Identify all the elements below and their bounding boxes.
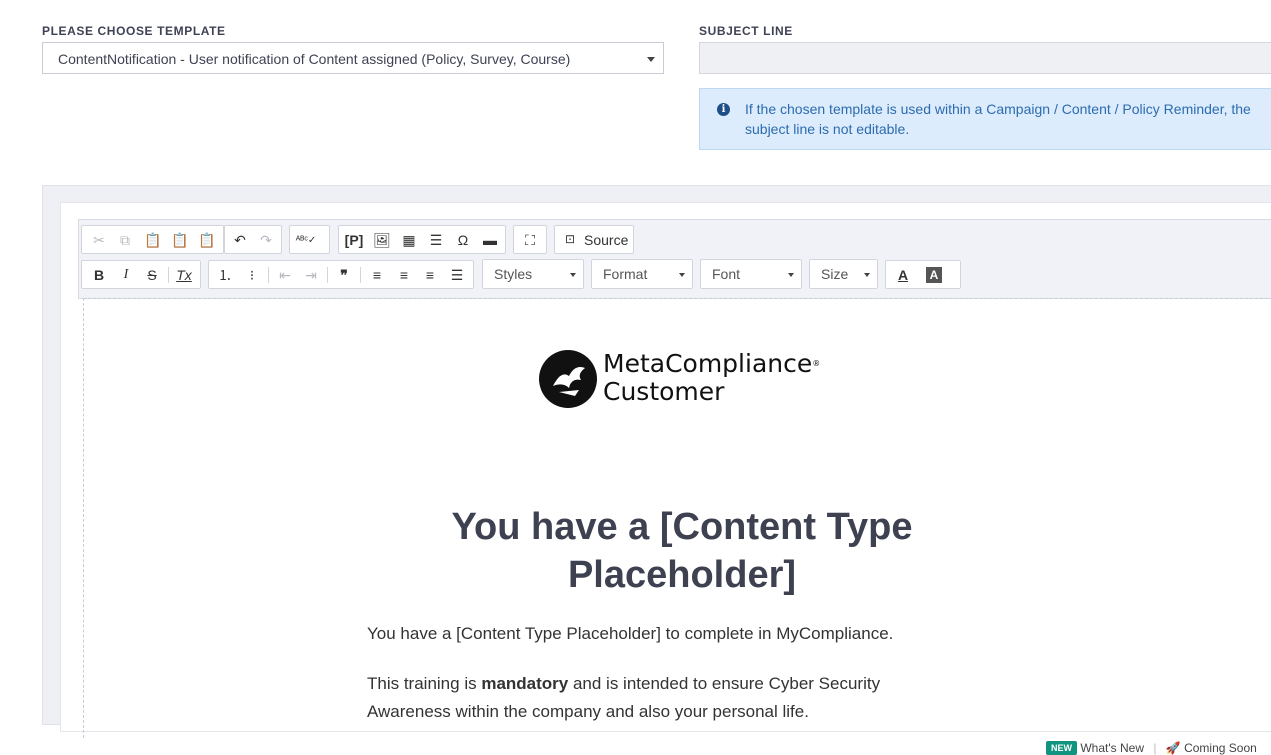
- format-dropdown[interactable]: Format: [591, 259, 693, 289]
- insert-group: [P] 🖼 ▦ ☰ Ω ▬: [338, 225, 506, 254]
- para2-bold: mandatory: [481, 674, 569, 693]
- para2-prefix: This training is: [367, 674, 482, 693]
- align-left-icon[interactable]: ≡: [367, 265, 387, 285]
- table-icon[interactable]: ▦: [399, 230, 419, 250]
- horizontal-line-icon[interactable]: ☰: [426, 230, 446, 250]
- brand-name: MetaCompliance® Customer: [603, 350, 820, 406]
- registered-mark: ®: [812, 359, 821, 368]
- font-dropdown[interactable]: Font: [700, 259, 802, 289]
- chevron-down-icon: [679, 273, 685, 277]
- separator: [327, 267, 328, 283]
- image-icon[interactable]: 🖼: [372, 230, 392, 250]
- footer-bar: NEW What's New | 🚀 Coming Soon: [1046, 741, 1257, 755]
- email-paragraph-2: This training is mandatory and is intend…: [367, 670, 947, 726]
- special-char-icon[interactable]: Ω: [453, 230, 473, 250]
- maximize-icon[interactable]: ⛶: [520, 230, 540, 250]
- chevron-down-icon: [647, 57, 655, 62]
- subject-input[interactable]: [699, 42, 1271, 74]
- format-label: Format: [603, 266, 648, 282]
- rocket-icon: 🚀: [1165, 741, 1181, 755]
- chevron-down-icon: [788, 273, 794, 277]
- brand-line2: Customer: [603, 377, 725, 406]
- cut-icon[interactable]: ✂: [89, 230, 109, 250]
- subject-info-alert: i If the chosen template is used within …: [699, 88, 1271, 150]
- coming-soon-link[interactable]: Coming Soon: [1184, 741, 1257, 755]
- size-dropdown[interactable]: Size: [809, 259, 878, 289]
- redo-icon[interactable]: ↷: [256, 230, 276, 250]
- iframe-icon[interactable]: ▬: [480, 230, 500, 250]
- color-group: A A: [885, 260, 961, 289]
- font-label: Font: [712, 266, 741, 282]
- whats-new-link[interactable]: What's New: [1080, 741, 1144, 755]
- subject-info-text: If the chosen template is used within a …: [745, 101, 1251, 137]
- align-right-icon[interactable]: ≡: [420, 265, 440, 285]
- numbered-list-icon[interactable]: ⒈: [215, 265, 235, 285]
- blockquote-icon[interactable]: ❞: [334, 265, 354, 285]
- separator: [360, 267, 361, 283]
- template-select[interactable]: ContentNotification - User notification …: [42, 42, 664, 74]
- spellcheck-icon[interactable]: ᴬᴮᶜ✓: [296, 230, 317, 250]
- strikethrough-icon[interactable]: S: [142, 265, 162, 285]
- separator: [168, 267, 169, 283]
- remove-format-icon[interactable]: Tx: [174, 265, 194, 285]
- paste-icon[interactable]: 📋: [143, 230, 163, 250]
- email-paragraph-1: You have a [Content Type Placeholder] to…: [367, 624, 894, 643]
- brand-line1: MetaCompliance: [603, 349, 813, 378]
- bulleted-list-icon[interactable]: ⁝: [242, 265, 262, 285]
- template-selected-value: ContentNotification - User notification …: [58, 51, 571, 67]
- source-button[interactable]: ⊡ Source: [554, 225, 634, 254]
- separator: [268, 267, 269, 283]
- text-color-icon[interactable]: A: [893, 265, 913, 285]
- indent-icon[interactable]: ⇥: [301, 265, 321, 285]
- bold-icon[interactable]: B: [89, 265, 109, 285]
- styles-dropdown[interactable]: Styles: [482, 259, 584, 289]
- source-label: Source: [584, 232, 629, 248]
- separator: |: [1153, 741, 1157, 755]
- email-heading: You have a [Content Type Placeholder]: [451, 506, 913, 596]
- basic-style-group: B I S Tx: [81, 260, 201, 289]
- maximize-group: ⛶: [513, 225, 547, 254]
- undo-group: ↶ ↷: [224, 225, 282, 254]
- italic-icon[interactable]: I: [116, 265, 136, 285]
- info-icon: i: [717, 103, 730, 116]
- subject-label: SUBJECT LINE: [699, 24, 793, 38]
- chevron-down-icon: [864, 273, 870, 277]
- copy-icon[interactable]: ⧉: [115, 230, 135, 250]
- background-color-icon[interactable]: A: [926, 267, 942, 283]
- chevron-down-icon: [570, 273, 576, 277]
- metacompliance-logo-icon: [539, 350, 597, 408]
- outdent-icon[interactable]: ⇤: [275, 265, 295, 285]
- align-center-icon[interactable]: ≡: [394, 265, 414, 285]
- paste-word-icon[interactable]: 📋: [197, 230, 217, 250]
- spellcheck-group: ᴬᴮᶜ✓: [289, 225, 330, 254]
- source-icon: ⊡: [565, 232, 576, 246]
- clipboard-group: ✂ ⧉ 📋 📋 📋: [81, 225, 224, 254]
- new-badge: NEW: [1046, 741, 1077, 755]
- justify-icon[interactable]: ☰: [447, 265, 467, 285]
- paste-text-icon[interactable]: 📋: [170, 230, 190, 250]
- undo-icon[interactable]: ↶: [230, 230, 250, 250]
- placeholder-icon[interactable]: [P]: [344, 230, 364, 250]
- template-label: PLEASE CHOOSE TEMPLATE: [42, 24, 226, 38]
- styles-label: Styles: [494, 266, 533, 282]
- paragraph-group: ⒈ ⁝ ⇤ ⇥ ❞ ≡ ≡ ≡ ☰: [208, 260, 474, 289]
- size-label: Size: [821, 266, 849, 282]
